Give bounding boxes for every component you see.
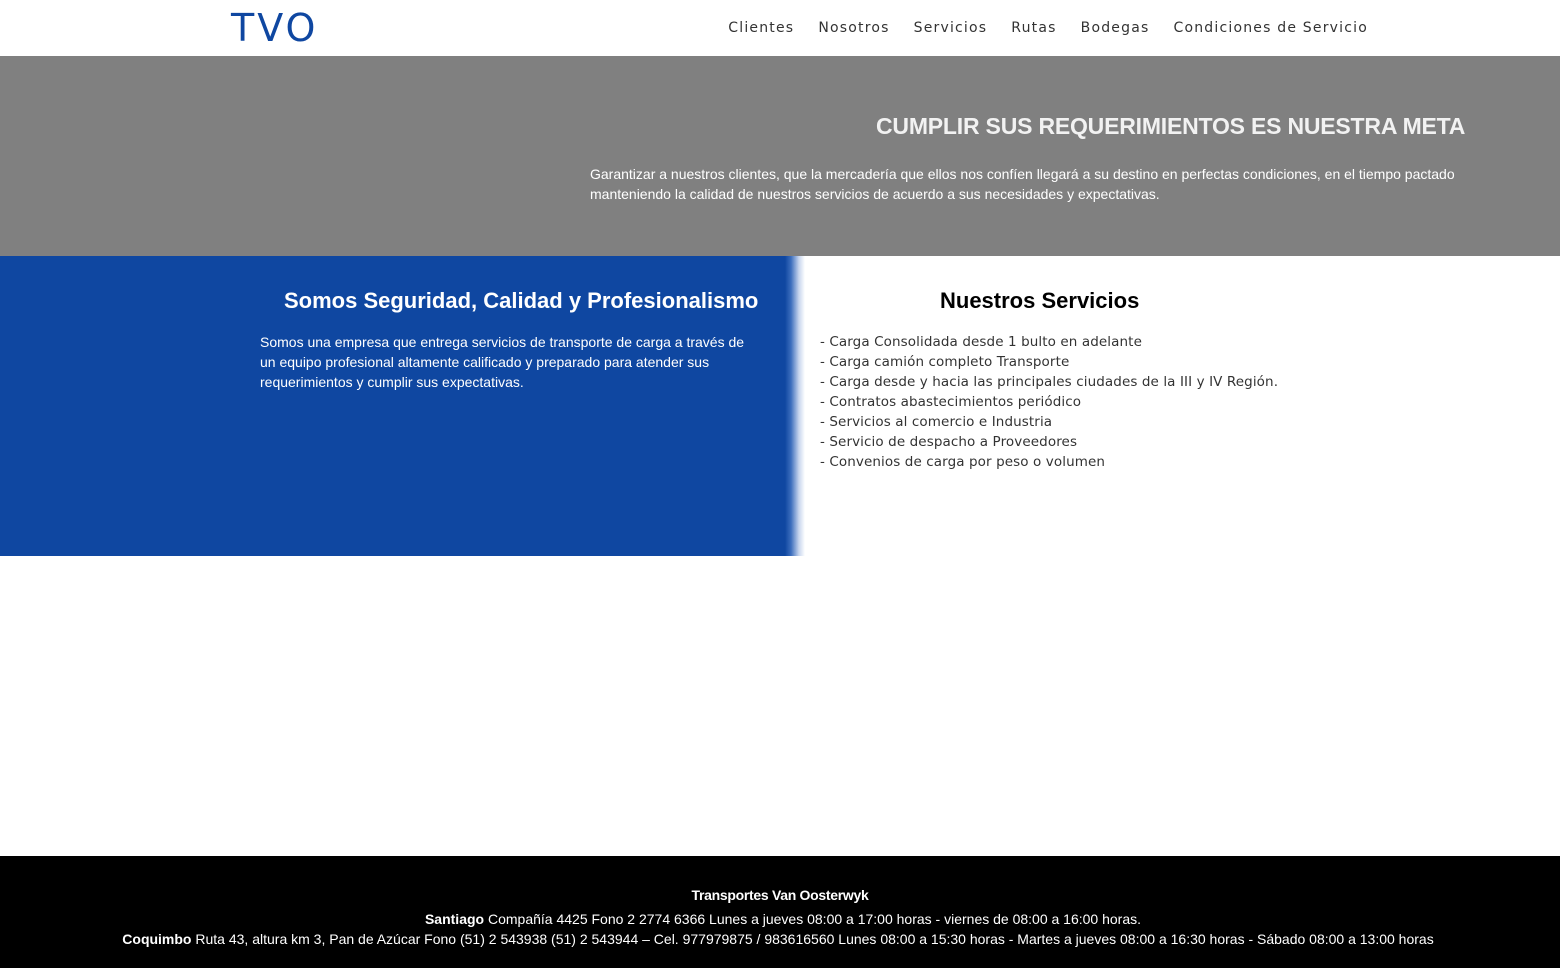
hero-text: Garantizar a nuestros clientes, que la m… xyxy=(590,166,1455,202)
section-divider xyxy=(785,256,805,556)
site-header: TVO Clientes Nosotros Servicios Rutas Bo… xyxy=(0,0,1560,56)
footer-coquimbo: Coquimbo Ruta 43, altura km 3, Pan de Az… xyxy=(0,929,1558,949)
services-title: Nuestros Servicios xyxy=(940,288,1140,313)
service-item: - Carga Consolidada desde 1 bulto en ade… xyxy=(820,334,1142,350)
about-section: Somos Seguridad, Calidad y Profesionalis… xyxy=(0,256,790,556)
nav-item-nosotros[interactable]: Nosotros xyxy=(818,18,889,38)
about-title: Somos Seguridad, Calidad y Profesionalis… xyxy=(284,288,759,313)
footer-santiago-text: Compañía 4425 Fono 2 2774 6366 Lunes a j… xyxy=(484,911,1142,927)
hero-title: CUMPLIR SUS REQUERIMIENTOS ES NUESTRA ME… xyxy=(876,113,1466,139)
service-item: - Carga camión completo Transporte xyxy=(820,354,1070,370)
service-item: - Servicio de despacho a Proveedores xyxy=(820,434,1078,450)
main-nav: Clientes Nosotros Servicios Rutas Bodega… xyxy=(728,18,1368,38)
footer-santiago-label: Santiago xyxy=(424,911,485,927)
service-item: - Carga desde y hacia las principales ci… xyxy=(820,374,1279,390)
footer-coquimbo-text: Ruta 43, altura km 3, Pan de Azúcar Fono… xyxy=(191,931,1434,947)
about-text: Somos una empresa que entrega servicios … xyxy=(260,334,745,390)
service-item: - Convenios de carga por peso o volumen xyxy=(820,454,1106,470)
footer-company-name: Transportes Van Oosterwyk xyxy=(691,887,869,903)
service-item: - Contratos abastecimientos periódico xyxy=(820,394,1082,410)
footer-santiago: Santiago Compañía 4425 Fono 2 2774 6366 … xyxy=(3,909,1560,929)
footer-coquimbo-label: Coquimbo xyxy=(122,931,192,947)
site-logo[interactable]: TVO xyxy=(231,6,318,50)
services-list: - Carga Consolidada desde 1 bulto en ade… xyxy=(820,332,1278,472)
nav-item-bodegas[interactable]: Bodegas xyxy=(1081,18,1150,38)
nav-item-rutas[interactable]: Rutas xyxy=(1011,18,1056,38)
nav-item-clientes[interactable]: Clientes xyxy=(728,18,794,38)
service-item: - Servicios al comercio e Industria xyxy=(820,414,1053,430)
site-footer: Transportes Van Oosterwyk Santiago Compa… xyxy=(0,856,1560,968)
nav-item-servicios[interactable]: Servicios xyxy=(914,18,988,38)
hero-banner: CUMPLIR SUS REQUERIMIENTOS ES NUESTRA ME… xyxy=(0,56,1560,256)
nav-item-condiciones[interactable]: Condiciones de Servicio xyxy=(1173,18,1368,38)
